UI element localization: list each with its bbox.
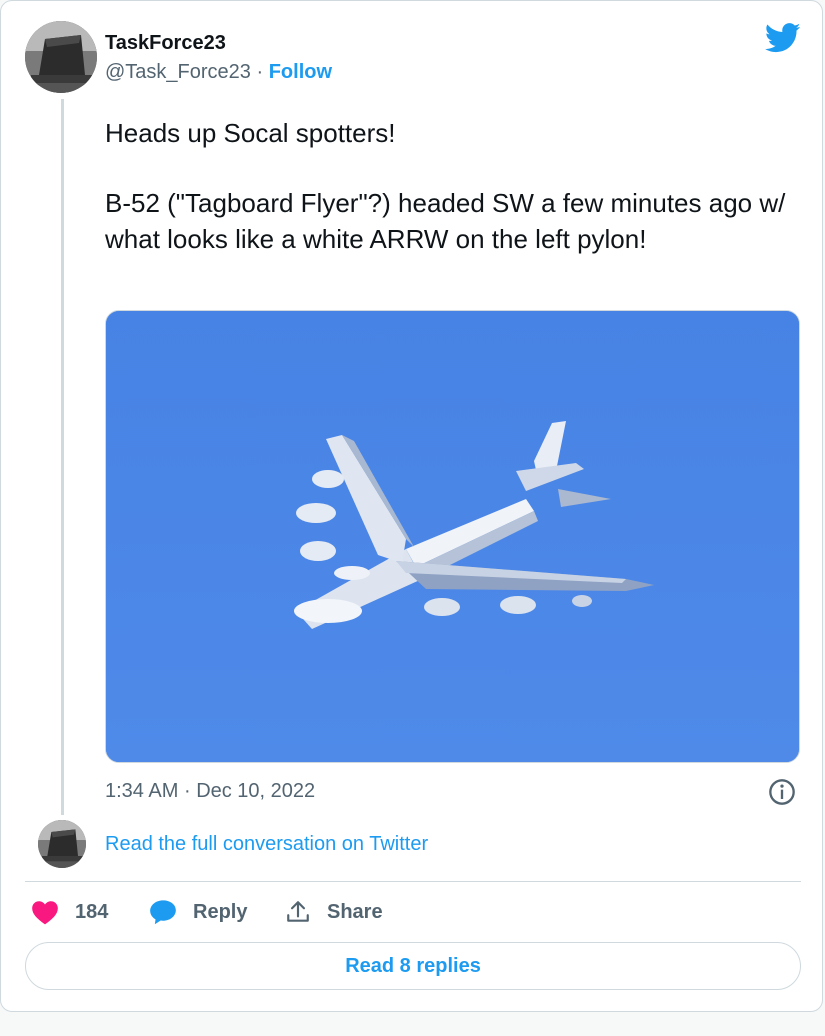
tweet-photo[interactable] <box>105 310 800 763</box>
tweet-timestamp[interactable]: 1:34 AM · Dec 10, 2022 <box>105 778 315 804</box>
like-button[interactable]: 184 <box>31 898 108 926</box>
tweet-card: TaskForce23 @Task_Force23 · Follow Heads… <box>0 0 823 1012</box>
reply-avatar[interactable] <box>38 820 86 868</box>
avatar-image <box>38 820 86 868</box>
like-count: 184 <box>75 900 109 923</box>
share-button[interactable]: Share <box>285 898 383 926</box>
reply-label: Reply <box>193 900 248 923</box>
author-name[interactable]: TaskForce23 <box>105 31 226 55</box>
read-replies-button[interactable]: Read 8 replies <box>25 942 801 990</box>
share-upload-icon <box>287 901 309 922</box>
author-handle-row: @Task_Force23 · Follow <box>105 59 332 85</box>
tweet-date: Dec 10, 2022 <box>196 780 316 802</box>
handle-separator: · <box>256 61 264 83</box>
tweet-paragraph: B-52 ("Tagboard Flyer"?) headed SW a few… <box>105 188 786 254</box>
tweet-text: Heads up Socal spotters! B-52 ("Tagboard… <box>105 115 805 257</box>
read-conversation-link[interactable]: Read the full conversation on Twitter <box>105 831 428 857</box>
timestamp-separator: · <box>183 780 191 802</box>
reply-button[interactable]: Reply <box>149 898 247 926</box>
info-icon[interactable] <box>768 778 796 811</box>
author-handle[interactable]: @Task_Force23 <box>105 61 251 83</box>
follow-button[interactable]: Follow <box>269 61 332 83</box>
read-replies-label: Read 8 replies <box>345 954 481 977</box>
tweet-time: 1:34 AM <box>105 780 179 802</box>
tweet-paragraph: Heads up Socal spotters! <box>105 118 396 148</box>
thread-line <box>61 99 64 815</box>
heart-icon <box>32 901 58 925</box>
author-avatar[interactable] <box>25 21 97 93</box>
speech-bubble-icon <box>150 900 176 925</box>
divider <box>25 881 801 882</box>
b52-aircraft-photo <box>106 311 799 762</box>
twitter-bird-icon[interactable] <box>764 23 801 58</box>
share-label: Share <box>327 900 383 923</box>
avatar-image <box>25 21 97 93</box>
